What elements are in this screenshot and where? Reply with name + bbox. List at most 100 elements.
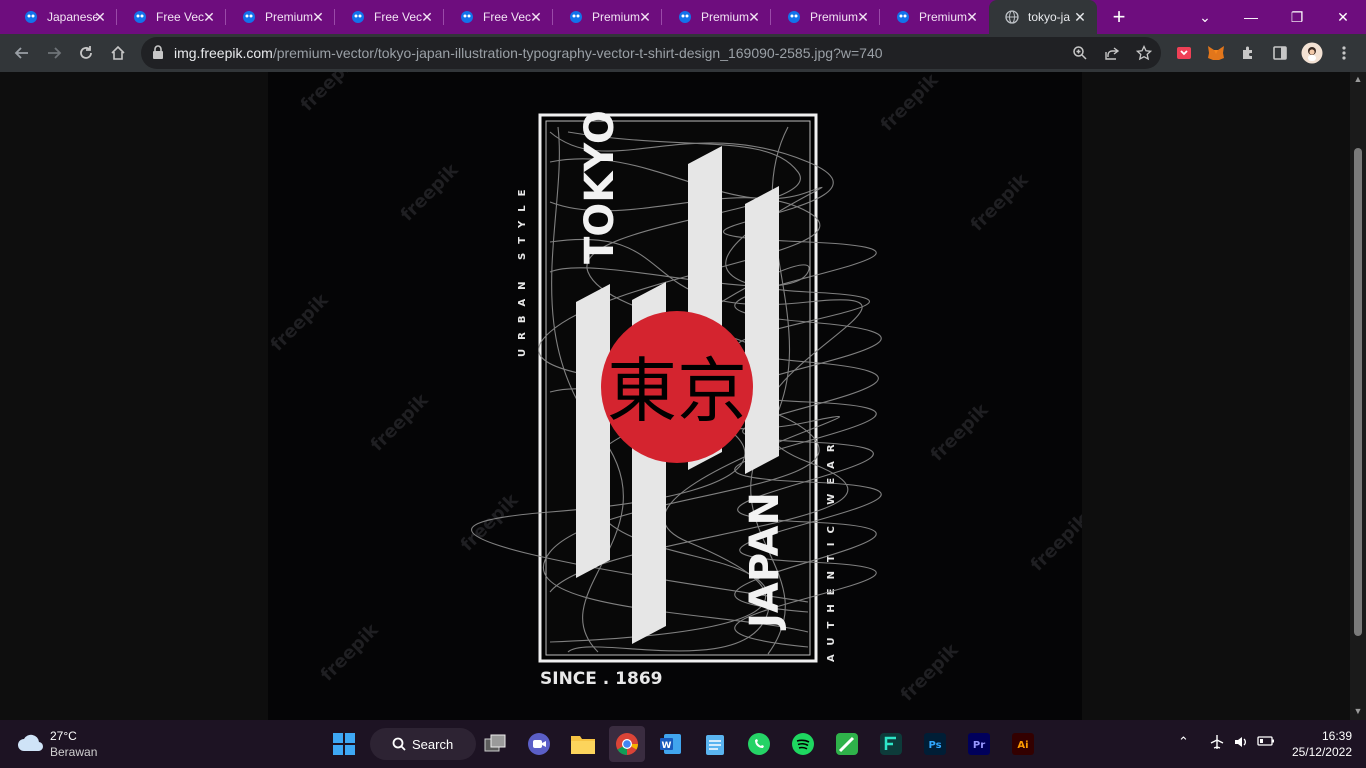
freepik-icon [786, 9, 802, 25]
tab-2[interactable]: Free Vec ✕ [117, 0, 226, 34]
weather-temperature[interactable]: 27°C [50, 729, 77, 743]
freepik-icon [23, 9, 39, 25]
watermark-text: freepik [457, 489, 524, 556]
close-icon[interactable]: ✕ [745, 8, 763, 26]
watermark-text: freepik [1027, 509, 1082, 576]
close-icon[interactable]: ✕ [418, 8, 436, 26]
watermark-text: freepik [967, 169, 1034, 236]
since-text: SINCE . 1869 [540, 669, 663, 689]
watermark-text: freepik [397, 159, 464, 226]
extensions-puzzle-icon[interactable] [1234, 39, 1262, 67]
tab-7[interactable]: Premium ✕ [662, 0, 771, 34]
tab-9[interactable]: Premium ✕ [880, 0, 989, 34]
tab-search-chevron-icon[interactable]: ⌄ [1182, 0, 1228, 34]
lock-icon[interactable] [152, 45, 164, 64]
page-scrollbar[interactable]: ▲ ▼ [1350, 72, 1366, 720]
tab-title: Free Vec [156, 10, 205, 24]
tab-8[interactable]: Premium ✕ [771, 0, 880, 34]
close-icon[interactable]: ✕ [963, 8, 981, 26]
cloud-weather-icon[interactable] [16, 732, 44, 759]
tab-title: Free Vec [374, 10, 423, 24]
svg-text:Pr: Pr [973, 740, 985, 751]
close-window-button[interactable]: ✕ [1320, 0, 1366, 34]
notepad-icon[interactable] [697, 726, 733, 762]
url-text[interactable]: img.freepik.com/premium-vector/tokyo-jap… [174, 45, 883, 61]
clock-time: 16:39 [1321, 729, 1352, 743]
browser-toolbar: img.freepik.com/premium-vector/tokyo-jap… [0, 34, 1366, 72]
search-icon [392, 737, 406, 751]
side-panel-icon[interactable] [1266, 39, 1294, 67]
battery-icon[interactable] [1257, 734, 1275, 751]
photoshop-icon[interactable]: Ps [917, 726, 953, 762]
tab-5[interactable]: Free Vec ✕ [444, 0, 553, 34]
profile-avatar[interactable] [1298, 39, 1326, 67]
tab-4[interactable]: Free Vec ✕ [335, 0, 444, 34]
bookmark-star-icon[interactable] [1130, 39, 1158, 67]
weather-condition[interactable]: Berawan [50, 745, 97, 759]
spotify-icon[interactable] [785, 726, 821, 762]
file-explorer-icon[interactable] [565, 726, 601, 762]
artwork-canvas: freepik freepik freepik freepik freepik … [268, 72, 1082, 706]
scrollbar-thumb[interactable] [1354, 148, 1362, 636]
freepik-icon [459, 9, 475, 25]
freepik-icon [350, 9, 366, 25]
reload-button[interactable] [72, 39, 100, 67]
tab-10-active[interactable]: tokyo-ja ✕ [989, 0, 1097, 34]
stripe-1 [576, 284, 610, 578]
restore-button[interactable]: ❐ [1274, 0, 1320, 34]
premiere-icon[interactable]: Pr [961, 726, 997, 762]
back-button[interactable] [8, 39, 36, 67]
pocket-extension-icon[interactable] [1170, 39, 1198, 67]
watermark-text: freepik [877, 72, 944, 136]
close-icon[interactable]: ✕ [854, 8, 872, 26]
scroll-up-icon[interactable]: ▲ [1352, 74, 1364, 86]
start-button[interactable] [326, 726, 362, 762]
freepik-icon [895, 9, 911, 25]
chrome-icon[interactable] [609, 726, 645, 762]
address-bar[interactable]: img.freepik.com/premium-vector/tokyo-jap… [141, 37, 1161, 69]
show-hidden-icons-chevron[interactable]: ⌃ [1178, 734, 1189, 750]
close-icon[interactable]: ✕ [527, 8, 545, 26]
page-viewport: freepik freepik freepik freepik freepik … [0, 72, 1366, 720]
svg-text:Ai: Ai [1017, 740, 1028, 751]
close-icon[interactable]: ✕ [200, 8, 218, 26]
home-button[interactable] [104, 39, 132, 67]
tab-6[interactable]: Premium ✕ [553, 0, 662, 34]
kanji-text: 東京 [607, 350, 747, 432]
minimize-button[interactable]: — [1228, 0, 1274, 34]
stripe-4 [745, 186, 779, 474]
taskbar-search-button[interactable]: Search [370, 728, 476, 760]
system-clock[interactable]: 16:39 25/12/2022 [1292, 728, 1352, 760]
meet-icon[interactable] [521, 726, 557, 762]
close-icon[interactable]: ✕ [309, 8, 327, 26]
watermark-text: freepik [297, 72, 364, 116]
illustrator-icon[interactable]: Ai [1005, 726, 1041, 762]
tab-title: Premium [265, 10, 314, 24]
search-label: Search [412, 736, 454, 752]
forward-button[interactable] [40, 39, 68, 67]
new-tab-button[interactable]: + [1106, 4, 1132, 30]
browser-menu-icon[interactable] [1330, 39, 1358, 67]
tab-3[interactable]: Premium ✕ [226, 0, 335, 34]
freepik-icon [677, 9, 693, 25]
tab-title: Premium [810, 10, 859, 24]
close-icon[interactable]: ✕ [636, 8, 654, 26]
close-icon[interactable]: ✕ [91, 8, 109, 26]
pen-app-icon[interactable] [829, 726, 865, 762]
share-icon[interactable] [1098, 39, 1126, 67]
close-icon[interactable]: ✕ [1071, 8, 1089, 26]
whatsapp-icon[interactable] [741, 726, 777, 762]
volume-icon[interactable] [1233, 734, 1249, 753]
word-icon[interactable]: W [653, 726, 689, 762]
watermark-text: freepik [927, 399, 994, 466]
scroll-down-icon[interactable]: ▼ [1352, 706, 1364, 718]
metamask-extension-icon[interactable] [1202, 39, 1230, 67]
tab-1[interactable]: Japanese ✕ [8, 0, 117, 34]
task-view-icon[interactable] [477, 726, 513, 762]
zoom-icon[interactable] [1066, 39, 1094, 67]
authentic-wear-text: AUTHENTIC WEAR [826, 435, 837, 662]
airplane-mode-icon[interactable] [1209, 734, 1225, 753]
watermark-text: freepik [317, 619, 384, 686]
tokyo-japan-artwork: freepik freepik freepik freepik freepik … [268, 72, 1082, 720]
filmora-icon[interactable] [873, 726, 909, 762]
